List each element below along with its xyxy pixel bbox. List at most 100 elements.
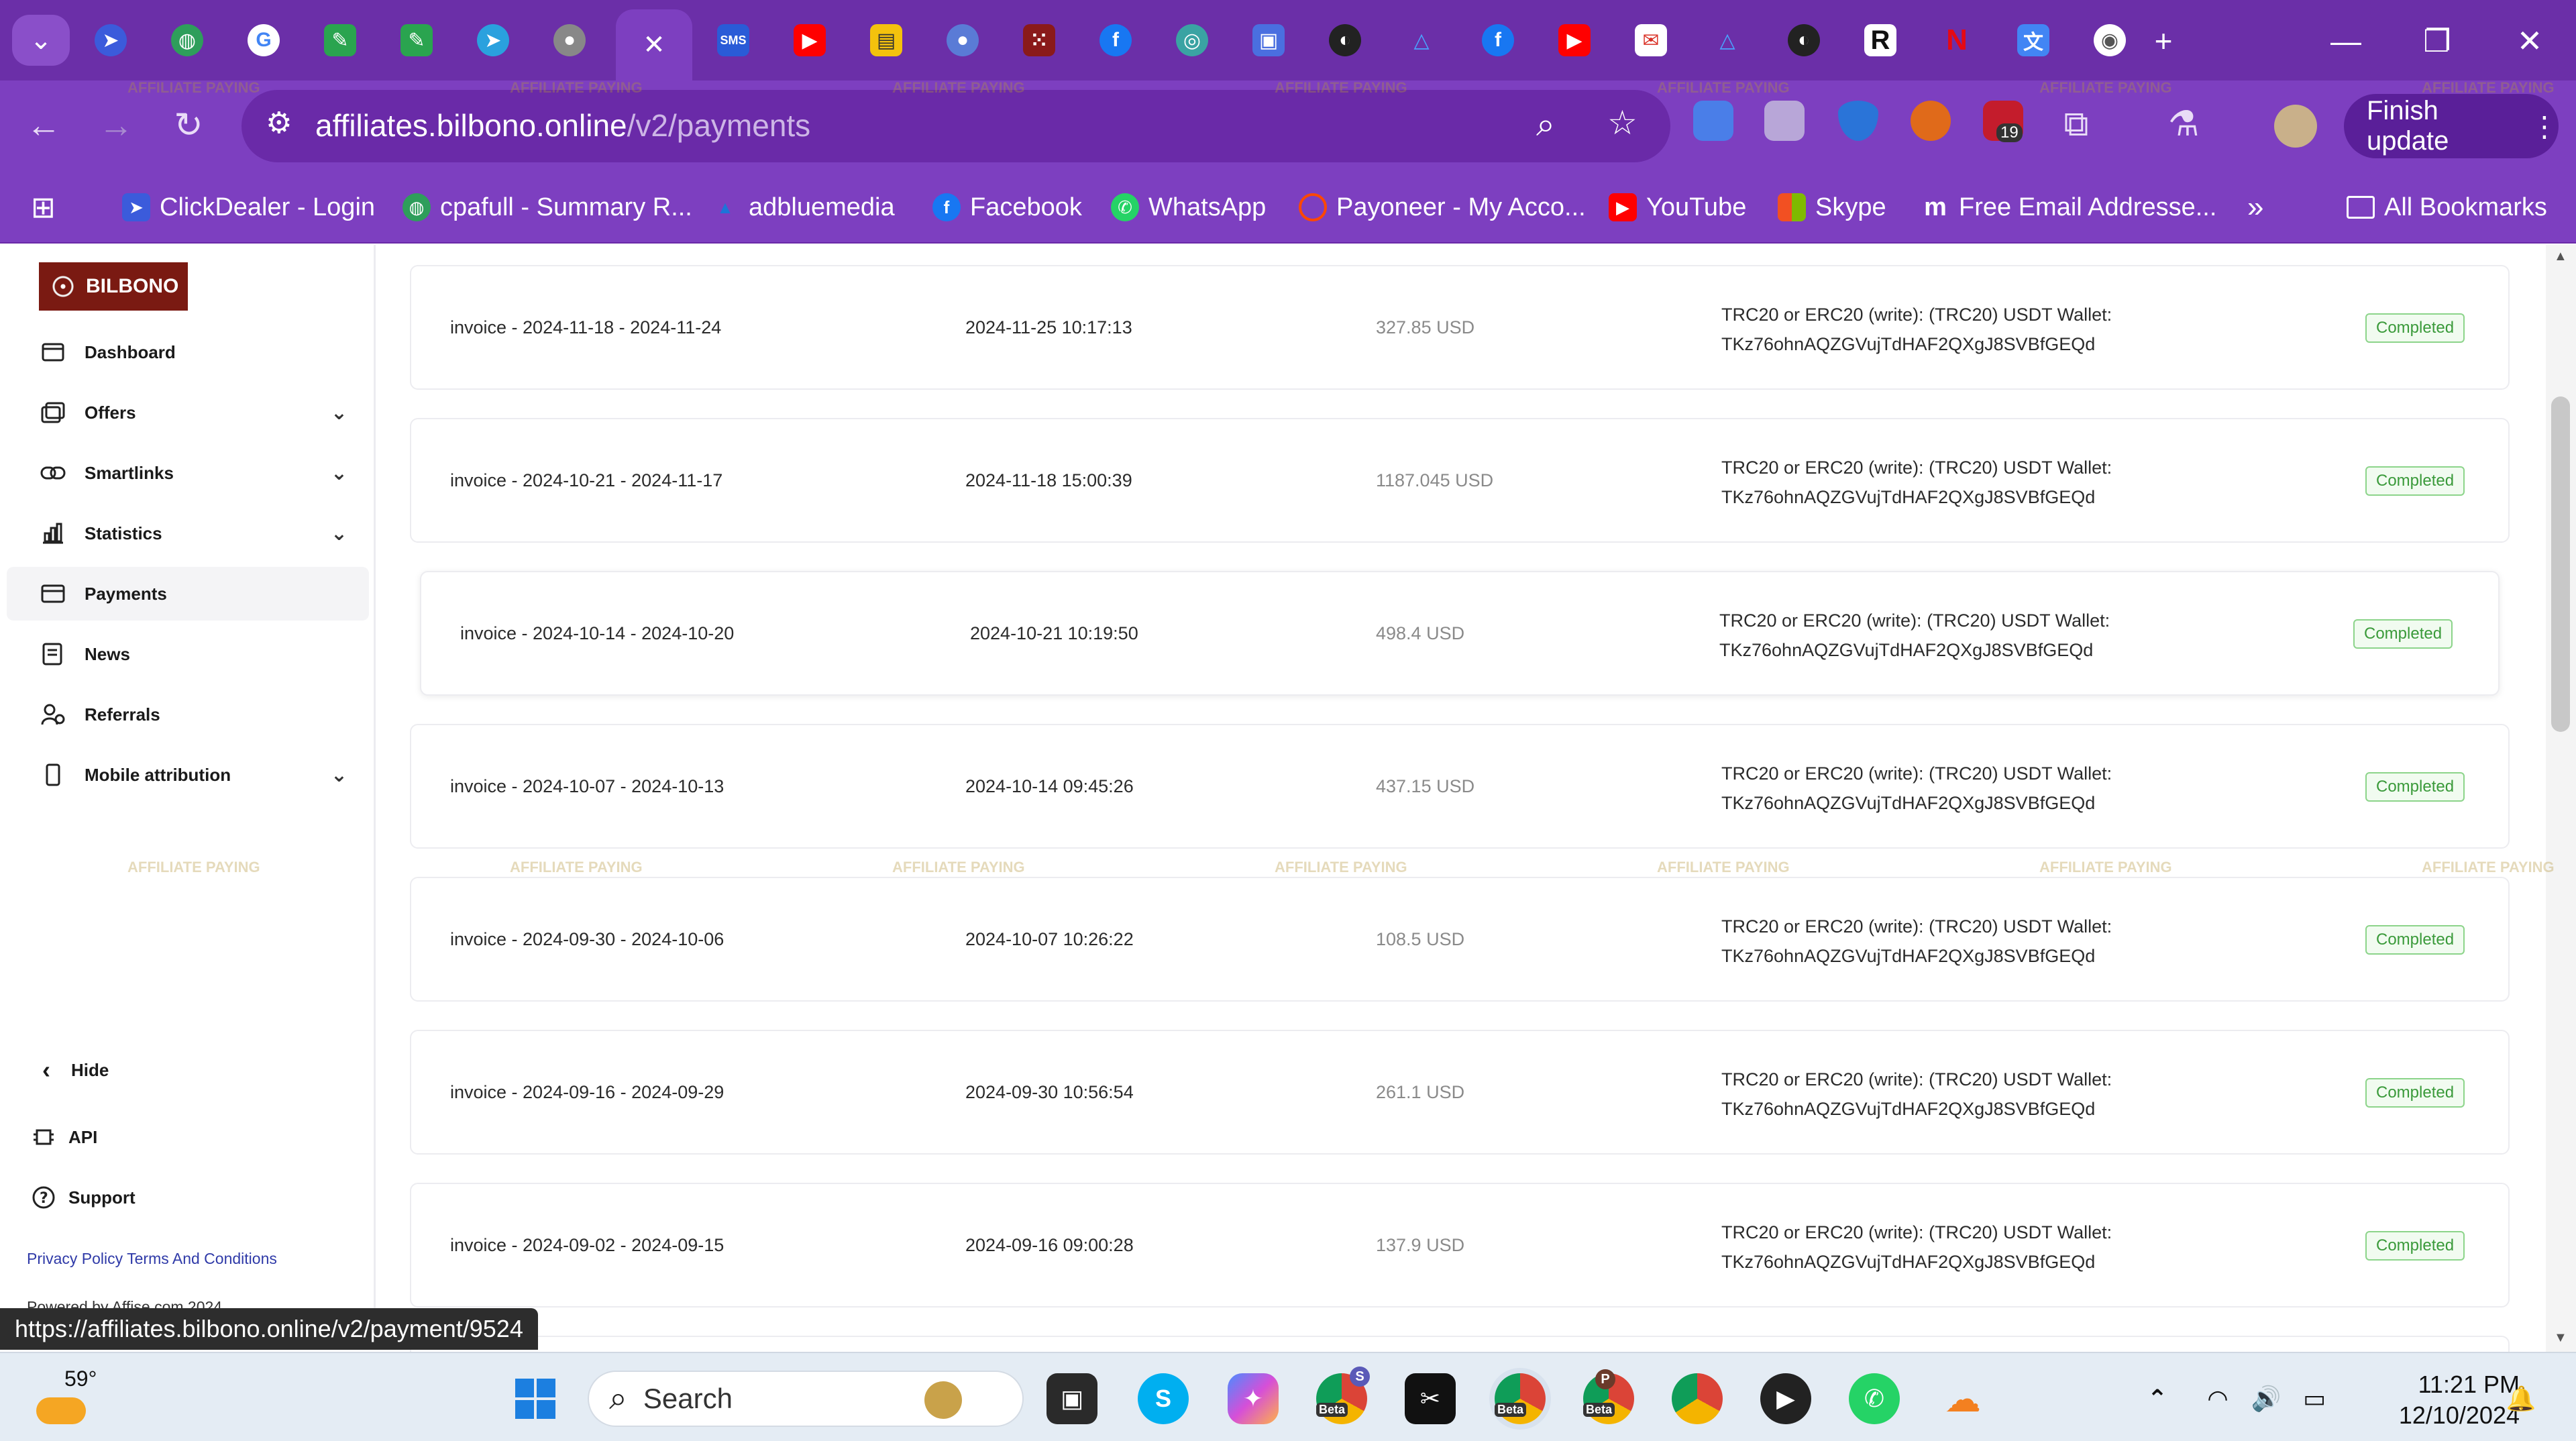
bookmark-0[interactable]: ➤ ClickDealer - Login bbox=[122, 190, 375, 225]
forward-icon[interactable]: → bbox=[93, 102, 140, 149]
skype-taskbar-icon[interactable]: S bbox=[1138, 1373, 1189, 1424]
bookmark-star-icon[interactable]: ☆ bbox=[1607, 103, 1638, 142]
payment-row[interactable]: invoice - 2024-09-16 - 2024-09-29 2024-0… bbox=[410, 1030, 2510, 1155]
tab-sms[interactable]: SMS bbox=[695, 11, 771, 70]
chevron-up-icon[interactable]: ⌃ bbox=[2132, 1373, 2183, 1424]
tab-clickdealer[interactable]: ➤ bbox=[72, 11, 149, 70]
scroll-up-icon[interactable]: ▲ bbox=[2554, 249, 2567, 264]
weather-widget[interactable]: 59° bbox=[36, 1367, 97, 1428]
notification-bell-icon[interactable]: 🔔 bbox=[2496, 1373, 2546, 1424]
tab-green-1[interactable]: ✎ bbox=[302, 11, 378, 70]
payment-row[interactable]: invoice - 2024-10-07 - 2024-10-13 2024-1… bbox=[410, 724, 2510, 849]
tab-r[interactable]: R bbox=[1842, 11, 1919, 70]
feather-extension-icon[interactable] bbox=[1764, 101, 1805, 141]
translate-extension-icon[interactable] bbox=[1693, 101, 1733, 141]
tab-black-1[interactable]: ◐ bbox=[1307, 11, 1383, 70]
new-tab-button[interactable]: + bbox=[2140, 17, 2187, 64]
wifi-icon[interactable]: ◠ bbox=[2192, 1373, 2243, 1424]
minimize-icon[interactable]: — bbox=[2322, 17, 2369, 64]
zoom-search-icon[interactable]: ⌕ bbox=[1536, 105, 1555, 144]
cloudflare-taskbar-icon[interactable]: ☁ bbox=[1937, 1373, 1988, 1424]
tab-facebook-1[interactable]: f bbox=[1077, 11, 1154, 70]
tab-youtube-2[interactable]: ▶ bbox=[1536, 11, 1613, 70]
profile-avatar[interactable] bbox=[2274, 105, 2317, 148]
bilbono-logo[interactable]: BILBONO bbox=[39, 262, 188, 311]
nav-statistics[interactable]: Statistics ⌄ bbox=[7, 506, 369, 560]
bookmark-6[interactable]: ▶ YouTube bbox=[1609, 190, 1746, 225]
close-tab-icon[interactable]: ✕ bbox=[643, 30, 665, 60]
payment-row[interactable]: invoice - 2024-11-18 - 2024-11-24 2024-1… bbox=[410, 265, 2510, 390]
capcut-taskbar-icon[interactable]: ✂ bbox=[1405, 1373, 1456, 1424]
all-bookmarks-button[interactable]: All Bookmarks bbox=[2347, 190, 2547, 225]
tab-earth[interactable]: ◍ bbox=[149, 11, 225, 70]
nav-payments[interactable]: Payments bbox=[7, 567, 369, 621]
tab-telegram[interactable]: ➤ bbox=[455, 11, 531, 70]
bookmark-2[interactable]: ▲ adbluemedia bbox=[711, 190, 894, 225]
scroll-down-icon[interactable]: ▼ bbox=[2554, 1330, 2567, 1346]
close-window-icon[interactable]: ✕ bbox=[2506, 17, 2553, 64]
volume-icon[interactable]: 🔊 bbox=[2241, 1373, 2292, 1424]
nav-dashboard[interactable]: Dashboard bbox=[7, 325, 369, 379]
back-icon[interactable]: ← bbox=[20, 102, 67, 149]
tab-black-2[interactable]: ◐ bbox=[1766, 11, 1842, 70]
tab-sheet[interactable]: ▤ bbox=[848, 11, 924, 70]
extensions-puzzle-icon[interactable]: ⧉ bbox=[2053, 101, 2100, 148]
address-bar[interactable]: ⚙ affiliates.bilbono.online/v2/payments … bbox=[241, 90, 1670, 162]
api-link[interactable]: API bbox=[7, 1110, 369, 1164]
tab-chrome[interactable]: ◉ bbox=[2072, 11, 2148, 70]
tab-youtube-1[interactable]: ▶ bbox=[771, 11, 848, 70]
whatsapp-taskbar-icon[interactable]: ✆ bbox=[1849, 1373, 1900, 1424]
payment-row[interactable]: invoice - 2024-10-21 - 2024-11-17 2024-1… bbox=[410, 418, 2510, 543]
tab-facebook-2[interactable]: f bbox=[1460, 11, 1536, 70]
bookmark-1[interactable]: ◍ cpafull - Summary R... bbox=[402, 190, 692, 225]
labs-flask-icon[interactable]: ⚗ bbox=[2160, 101, 2207, 148]
apps-grid-icon[interactable]: ⊞ bbox=[31, 190, 56, 225]
bookmark-7[interactable]: Skype bbox=[1778, 190, 1886, 225]
nav-offers[interactable]: Offers ⌄ bbox=[7, 386, 369, 439]
tab-translate[interactable]: 文 bbox=[1995, 11, 2072, 70]
finish-update-button[interactable]: Finish update ⋮ bbox=[2344, 94, 2559, 158]
support-link[interactable]: ? Support bbox=[7, 1171, 369, 1224]
payment-row[interactable]: invoice - 2024-09-30 - 2024-10-06 2024-1… bbox=[410, 877, 2510, 1002]
taskbar-search[interactable]: ⌕ Search bbox=[588, 1371, 1024, 1427]
terms-link[interactable]: Terms And Conditions bbox=[127, 1250, 277, 1267]
metamask-extension-icon[interactable] bbox=[1911, 101, 1951, 141]
tab-ad[interactable]: ◎ bbox=[1154, 11, 1230, 70]
tab-gmail[interactable]: ✉ bbox=[1613, 11, 1689, 70]
payment-row-hovered[interactable]: invoice - 2024-10-14 - 2024-10-20 2024-1… bbox=[420, 571, 2500, 696]
tab-green-2[interactable]: ✎ bbox=[378, 11, 455, 70]
tab-google[interactable]: G bbox=[225, 11, 302, 70]
hide-sidebar-button[interactable]: ‹ Hide bbox=[7, 1043, 369, 1097]
nav-mobile-attribution[interactable]: Mobile attribution ⌄ bbox=[7, 748, 369, 802]
battery-icon[interactable]: ▭ bbox=[2289, 1373, 2340, 1424]
bookmark-4[interactable]: ✆ WhatsApp bbox=[1111, 190, 1266, 225]
bookmarks-overflow-button[interactable]: » bbox=[2247, 190, 2263, 225]
tab-person[interactable]: ● bbox=[924, 11, 1001, 70]
copilot-taskbar-icon[interactable]: ✦ bbox=[1228, 1373, 1279, 1424]
bookmark-5[interactable]: Payoneer - My Acco... bbox=[1299, 190, 1586, 225]
reload-icon[interactable]: ↻ bbox=[165, 102, 212, 149]
url-text[interactable]: affiliates.bilbono.online/v2/payments bbox=[315, 107, 810, 144]
shield-extension-icon[interactable] bbox=[1838, 101, 1878, 141]
privacy-policy-link[interactable]: Privacy Policy bbox=[27, 1250, 123, 1267]
red-extension-icon[interactable]: 19 bbox=[1983, 101, 2023, 142]
nav-smartlinks[interactable]: Smartlinks ⌄ bbox=[7, 446, 369, 500]
bookmark-3[interactable]: f Facebook bbox=[932, 190, 1082, 225]
tab-grey[interactable]: ● bbox=[531, 11, 608, 70]
chrome-beta-s-icon[interactable]: Beta S bbox=[1316, 1367, 1370, 1424]
tab-adblue-2[interactable]: △ bbox=[1689, 11, 1766, 70]
chrome-beta-active-icon[interactable]: Beta bbox=[1495, 1373, 1546, 1424]
tab-adblue-1[interactable]: △ bbox=[1383, 11, 1460, 70]
nav-news[interactable]: News bbox=[7, 627, 369, 681]
media-player-icon[interactable]: ▶ bbox=[1760, 1373, 1811, 1424]
chrome-taskbar-icon[interactable] bbox=[1672, 1373, 1723, 1424]
nav-referrals[interactable]: Referrals bbox=[7, 688, 369, 741]
task-view-icon[interactable]: ▣ bbox=[1046, 1373, 1097, 1424]
tab-netflix[interactable]: N bbox=[1919, 11, 1995, 70]
scrollbar-thumb[interactable] bbox=[2551, 396, 2570, 732]
site-info-icon[interactable]: ⚙ bbox=[266, 106, 292, 140]
tab-dice[interactable]: ⁙ bbox=[1001, 11, 1077, 70]
payment-row[interactable]: invoice - 2024-09-02 - 2024-09-15 2024-0… bbox=[410, 1183, 2510, 1307]
payment-row[interactable] bbox=[410, 1336, 2510, 1352]
tab-calendar[interactable]: ▣ bbox=[1230, 11, 1307, 70]
